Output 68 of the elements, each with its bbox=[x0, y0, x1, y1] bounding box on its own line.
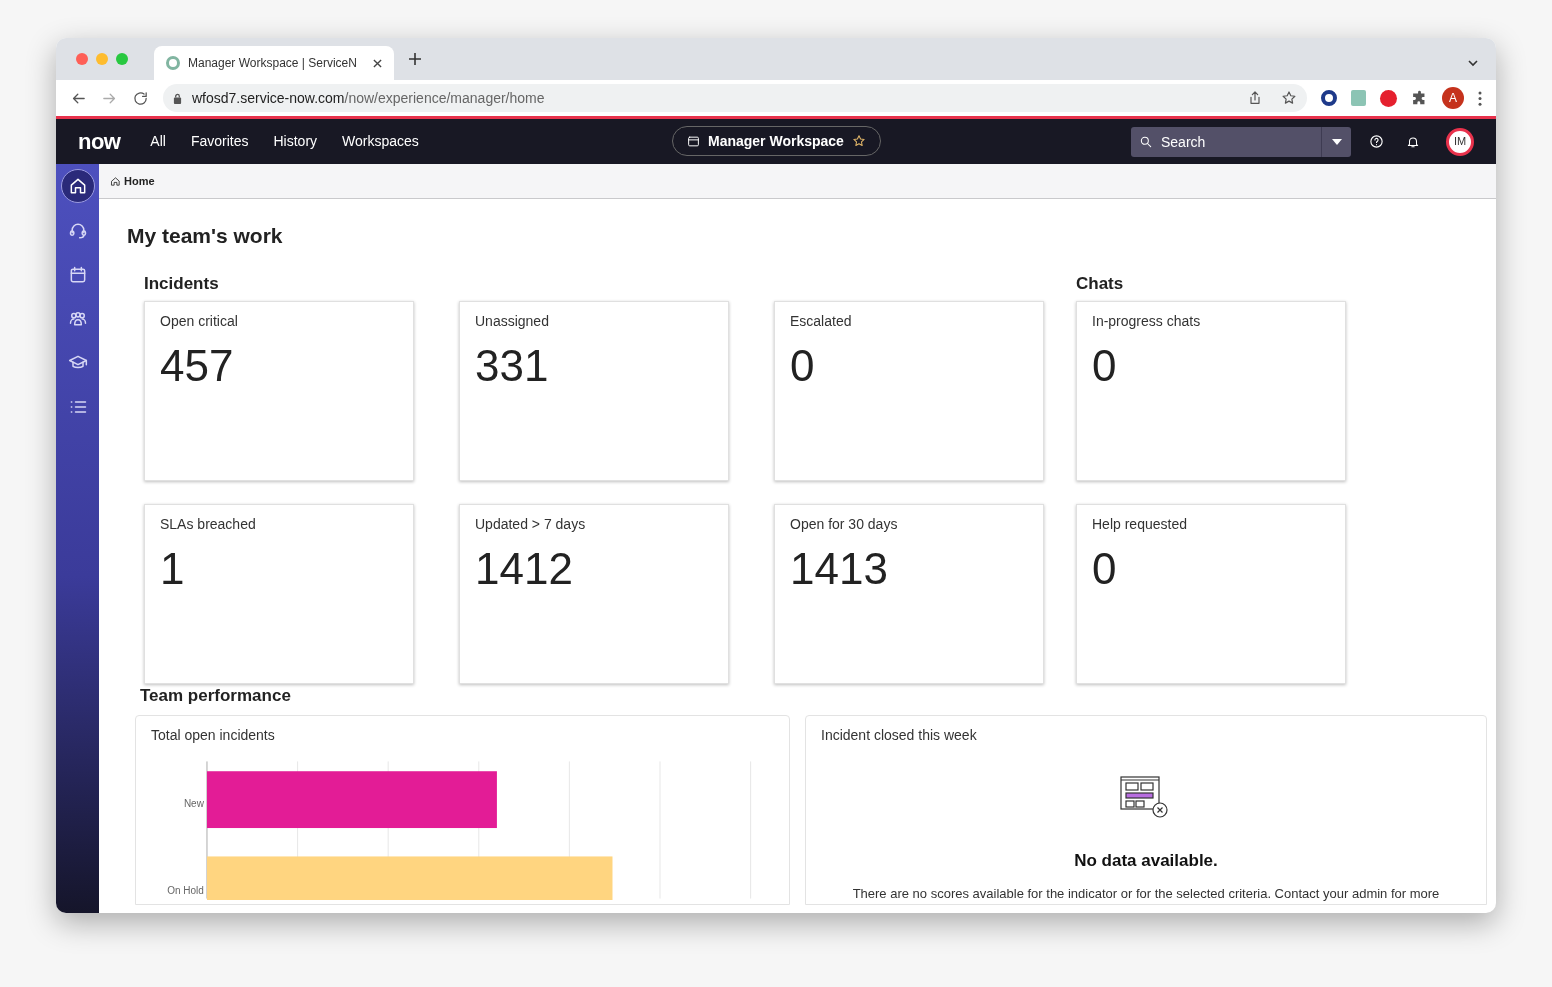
star-icon[interactable] bbox=[851, 134, 866, 148]
metric-value: 0 bbox=[1092, 547, 1118, 591]
tab-title: Manager Workspace | ServiceN bbox=[188, 55, 357, 72]
search-scope-dropdown[interactable] bbox=[1321, 126, 1351, 157]
metric-card[interactable]: Unassigned 331 bbox=[459, 301, 729, 481]
section-heading: Team performance bbox=[140, 685, 292, 707]
metric-label: Help requested bbox=[1092, 515, 1188, 534]
logo[interactable]: now bbox=[78, 125, 121, 158]
headset-icon bbox=[67, 221, 88, 241]
profile-avatar[interactable]: A bbox=[1442, 87, 1464, 109]
close-tab-icon[interactable] bbox=[373, 58, 382, 68]
axis-label: On Hold bbox=[167, 884, 204, 898]
metric-value: 331 bbox=[475, 344, 550, 388]
metric-card[interactable]: In-progress chats 0 bbox=[1076, 301, 1346, 481]
panel-title: Incident closed this week bbox=[821, 726, 977, 745]
nav-menu-item[interactable]: Favorites bbox=[190, 131, 249, 152]
bell-icon[interactable] bbox=[1406, 134, 1420, 149]
nav-menu-item[interactable]: All bbox=[150, 131, 166, 152]
new-tab-icon[interactable] bbox=[408, 52, 422, 66]
more-icon[interactable] bbox=[1478, 90, 1482, 106]
metric-label: Updated > 7 days bbox=[475, 515, 587, 534]
breadcrumb-link[interactable]: Home bbox=[110, 172, 155, 190]
people-icon bbox=[67, 309, 88, 329]
panel-title: Total open incidents bbox=[151, 726, 276, 745]
section-heading: Chats bbox=[1076, 273, 1125, 295]
section-heading: Incidents bbox=[144, 273, 220, 295]
help-icon[interactable] bbox=[1369, 134, 1384, 149]
metric-card[interactable]: Updated > 7 days 1412 bbox=[459, 504, 729, 684]
search-field[interactable]: Search bbox=[1131, 126, 1321, 157]
metric-value: 1 bbox=[160, 547, 186, 591]
axis-label: New bbox=[183, 797, 204, 811]
metric-card[interactable]: Open critical 457 bbox=[144, 301, 414, 481]
search-icon bbox=[1139, 134, 1153, 149]
metric-label: Unassigned bbox=[475, 312, 550, 331]
chevron-down-icon[interactable] bbox=[1467, 57, 1479, 69]
browser-tab[interactable]: Manager Workspace | ServiceN bbox=[154, 46, 394, 80]
nav-menu-item[interactable]: Workspaces bbox=[342, 131, 419, 152]
sidebar-item[interactable] bbox=[60, 169, 95, 203]
metric-value: 457 bbox=[160, 344, 235, 388]
empty-state-text: There are no scores available for the indicator or for the selected criteria. Contact your admin for more bbox=[852, 884, 1440, 903]
window-icon bbox=[687, 134, 700, 148]
url-text: wfosd7.service-now.com/now/experience/manager/home bbox=[192, 88, 545, 108]
metric-label: In-progress chats bbox=[1092, 312, 1202, 331]
share-icon[interactable] bbox=[1247, 90, 1263, 106]
extension-ring-icon[interactable] bbox=[1321, 90, 1337, 106]
reload-icon[interactable] bbox=[132, 89, 149, 107]
nav-menu-item[interactable]: History bbox=[273, 131, 318, 152]
page-title: My team's work bbox=[127, 223, 284, 249]
user-avatar[interactable]: IM bbox=[1446, 127, 1474, 156]
metric-label: SLAs breached bbox=[160, 515, 257, 534]
metric-value: 1412 bbox=[475, 547, 574, 591]
metric-label: Escalated bbox=[790, 312, 853, 331]
metric-card[interactable]: Open for 30 days 1413 bbox=[774, 504, 1044, 684]
metric-value: 1413 bbox=[790, 547, 889, 591]
caret-icon bbox=[1331, 138, 1342, 145]
home-icon bbox=[110, 175, 121, 187]
metric-card[interactable]: SLAs breached 1 bbox=[144, 504, 414, 684]
lock-icon bbox=[173, 92, 182, 104]
site-icon bbox=[166, 56, 180, 70]
star-icon[interactable] bbox=[1281, 90, 1297, 106]
metric-label: Open critical bbox=[160, 312, 239, 331]
address-field[interactable]: wfosd7.service-now.com/now/experience/manager/home bbox=[163, 84, 1307, 112]
metric-value: 0 bbox=[1092, 344, 1118, 388]
metric-card[interactable]: Help requested 0 bbox=[1076, 504, 1346, 684]
metric-label: Open for 30 days bbox=[790, 515, 899, 534]
metric-value: 0 bbox=[790, 344, 816, 388]
metric-card[interactable]: Escalated 0 bbox=[774, 301, 1044, 481]
empty-state-title: No data available. bbox=[1074, 850, 1218, 872]
